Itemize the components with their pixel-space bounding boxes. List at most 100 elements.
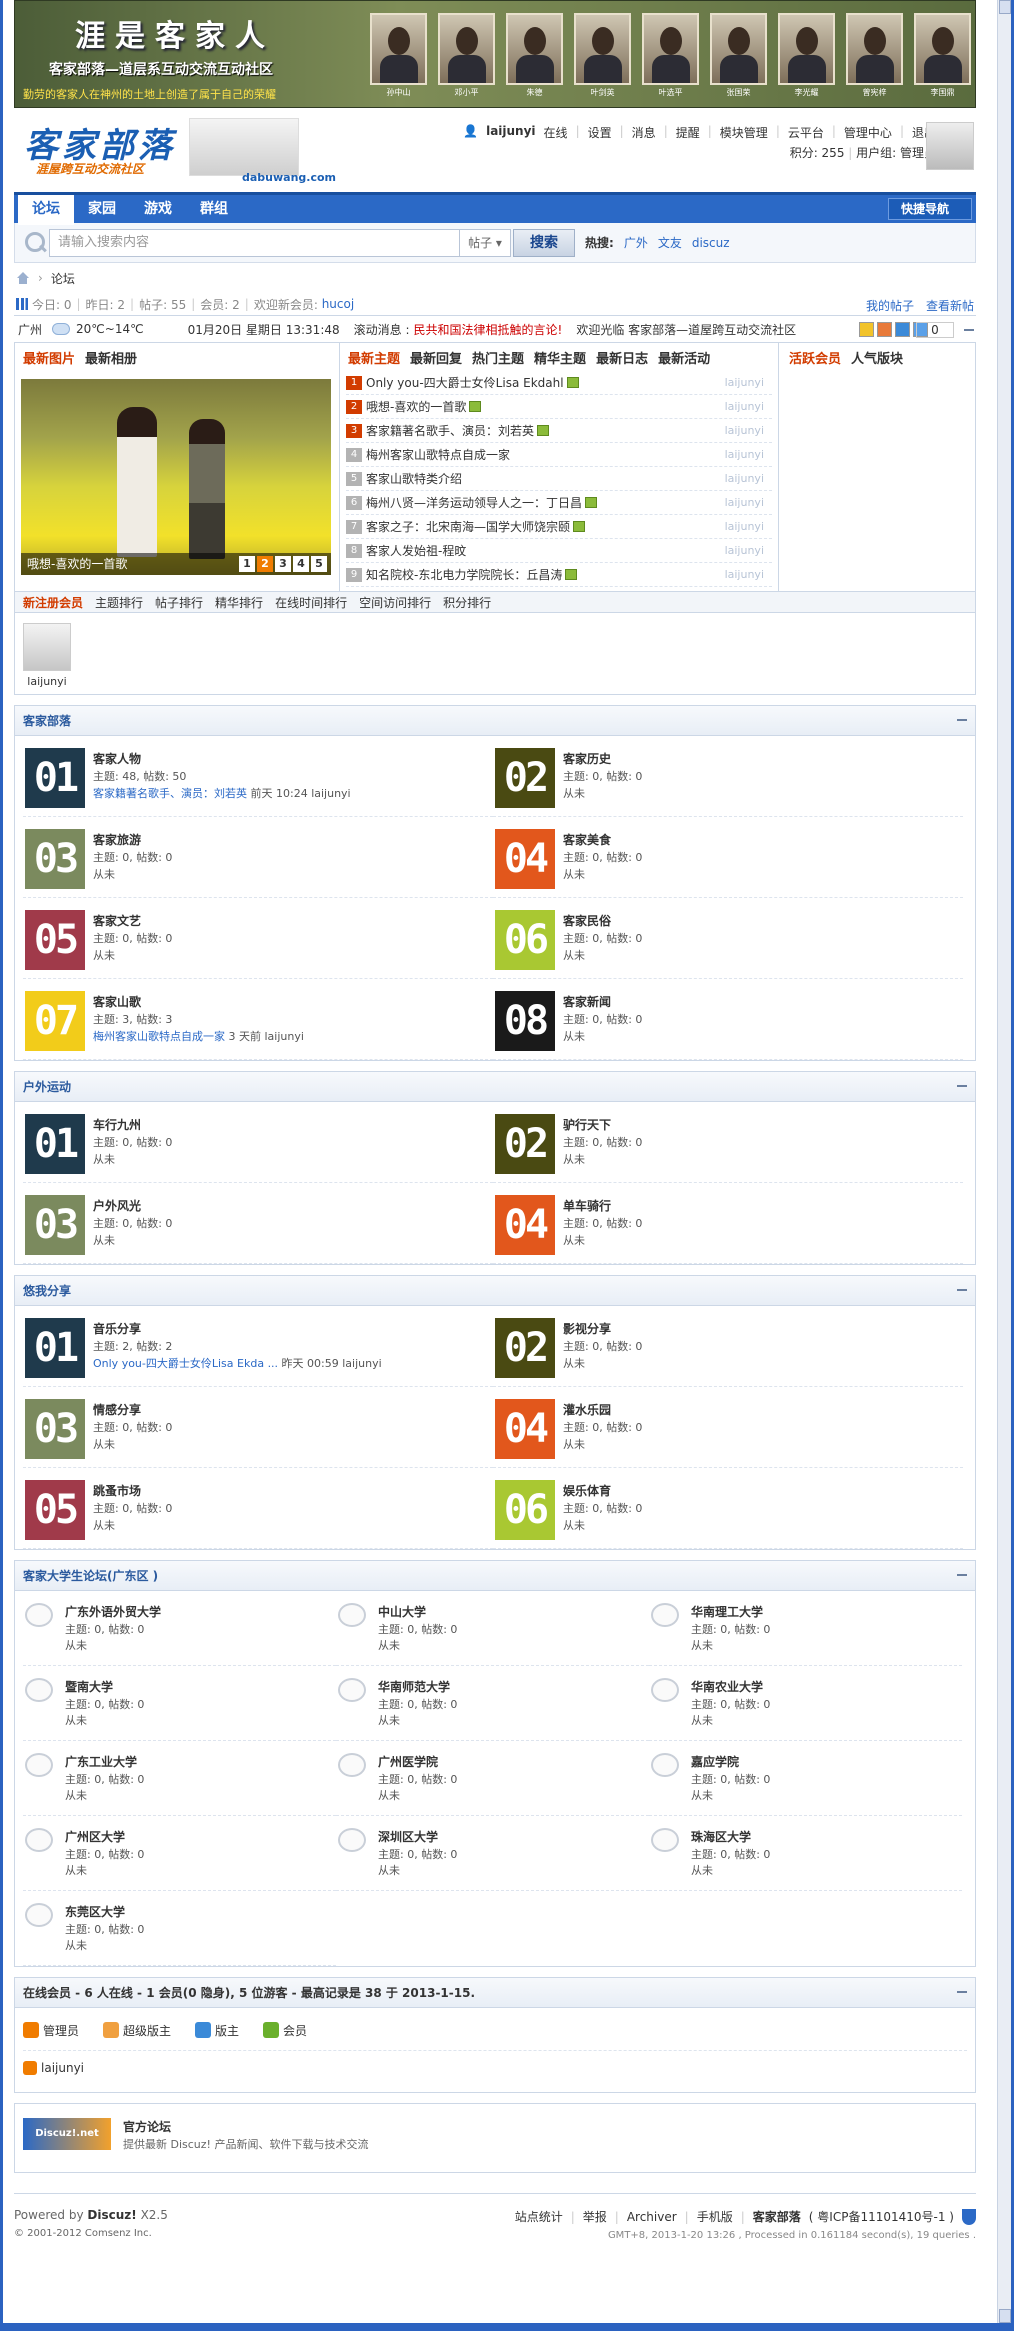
portrait[interactable]: 叶剑英	[574, 13, 631, 98]
forum-number-icon[interactable]: 02	[495, 1114, 555, 1174]
forum-name-link[interactable]: 灌水乐园	[563, 1401, 611, 1418]
topic-title-link[interactable]: 客家籍著名歌手、演员：刘若英	[366, 422, 534, 439]
new-posts-link[interactable]: 查看新帖	[926, 297, 974, 314]
featured-photo[interactable]: 哦想-喜欢的一首歌 12345	[21, 379, 331, 575]
search-input[interactable]: 请输入搜索内容	[49, 228, 459, 257]
topic-row[interactable]: 6 梅州八贤—洋务运动领导人之一：丁日昌 laijunyi	[346, 491, 772, 515]
last-post-link[interactable]: Only you-四大爵士女伶Lisa Ekda ...	[93, 1357, 278, 1370]
forum-number-icon[interactable]: 01	[25, 1318, 85, 1378]
hot-word-link[interactable]: 广外	[624, 234, 648, 251]
footer-link[interactable]: 手机版	[697, 2208, 733, 2225]
forum-number-icon[interactable]: 06	[495, 910, 555, 970]
scroll-up-button[interactable]	[999, 0, 1011, 14]
forum-number-icon[interactable]: 04	[495, 1195, 555, 1255]
user-menu-item[interactable]: 设置	[588, 124, 612, 141]
topic-tab[interactable]: 最新活动	[658, 348, 710, 367]
user-name-link[interactable]: laijunyi	[486, 124, 535, 141]
shield-icon[interactable]	[962, 2208, 976, 2225]
forum-name-link[interactable]: 东莞区大学	[65, 1903, 125, 1920]
rank-tab[interactable]: 主题排行	[95, 594, 143, 611]
topic-row[interactable]: 2 哦想-喜欢的一首歌 laijunyi	[346, 395, 772, 419]
footer-site-name[interactable]: 客家部落	[753, 2208, 801, 2225]
user-menu-item[interactable]: 云平台	[788, 124, 824, 141]
topic-author[interactable]: laijunyi	[725, 568, 764, 581]
member-avatar[interactable]	[23, 623, 71, 671]
share-icon[interactable]	[895, 322, 910, 337]
pager-item[interactable]: 5	[311, 556, 327, 572]
forum-bubble-icon[interactable]	[651, 1753, 679, 1777]
rank-tab[interactable]: 积分排行	[443, 594, 491, 611]
topic-author[interactable]: laijunyi	[725, 400, 764, 413]
topic-author[interactable]: laijunyi	[725, 496, 764, 509]
nav-item[interactable]: 论坛	[18, 195, 74, 225]
footer-icp[interactable]: ( 粤ICP备11101410号-1 )	[809, 2208, 954, 2225]
last-post-link[interactable]: 客家籍著名歌手、演员：刘若英	[93, 787, 247, 800]
topic-title-link[interactable]: 梅州八贤—洋务运动领导人之一：丁日昌	[366, 494, 582, 511]
forum-name-link[interactable]: 暨南大学	[65, 1678, 113, 1695]
portrait[interactable]: 孙中山	[370, 13, 427, 98]
forum-name-link[interactable]: 深圳区大学	[378, 1828, 438, 1845]
collapse-icon[interactable]	[957, 719, 967, 721]
forum-name-link[interactable]: 广州区大学	[65, 1828, 125, 1845]
forum-number-icon[interactable]: 02	[495, 748, 555, 808]
forum-name-link[interactable]: 客家历史	[563, 750, 611, 767]
topic-title-link[interactable]: 哦想-喜欢的一首歌	[366, 398, 466, 415]
topic-row[interactable]: 3 客家籍著名歌手、演员：刘若英 laijunyi	[346, 419, 772, 443]
topic-title-link[interactable]: Only you-四大爵士女伶Lisa Ekdahl	[366, 374, 564, 391]
board-title[interactable]: 户外运动	[15, 1072, 975, 1102]
user-menu-item[interactable]: 提醒	[676, 124, 700, 141]
topic-row[interactable]: 8 客家人发始祖-程旼 laijunyi	[346, 539, 772, 563]
tab-active-members[interactable]: 活跃会员	[789, 348, 841, 367]
footer-link[interactable]: 举报	[583, 2208, 607, 2225]
portrait[interactable]: 曾宪梓	[846, 13, 903, 98]
forum-bubble-icon[interactable]	[651, 1678, 679, 1702]
topic-author[interactable]: laijunyi	[725, 520, 764, 533]
forum-number-icon[interactable]: 03	[25, 1195, 85, 1255]
rss-icon[interactable]	[877, 322, 892, 337]
rank-tab[interactable]: 帖子排行	[155, 594, 203, 611]
forum-name-link[interactable]: 客家旅游	[93, 831, 141, 848]
online-user[interactable]: laijunyi	[23, 2050, 967, 2084]
forum-bubble-icon[interactable]	[338, 1603, 366, 1627]
forum-number-icon[interactable]: 04	[495, 1399, 555, 1459]
home-icon[interactable]	[16, 272, 30, 284]
forum-name-link[interactable]: 客家文艺	[93, 912, 141, 929]
forum-bubble-icon[interactable]	[651, 1828, 679, 1852]
forum-name-link[interactable]: 华南理工大学	[691, 1603, 763, 1620]
discuz-brand-link[interactable]: Discuz!	[87, 2208, 136, 2222]
rank-tab[interactable]: 在线时间排行	[275, 594, 347, 611]
portrait[interactable]: 邓小平	[438, 13, 495, 98]
forum-number-icon[interactable]: 01	[25, 1114, 85, 1174]
forum-bubble-icon[interactable]	[25, 1828, 53, 1852]
discuz-logo[interactable]: Discuz!.net	[23, 2118, 111, 2150]
pager-item[interactable]: 1	[239, 556, 255, 572]
topic-tab[interactable]: 热门主题	[472, 348, 524, 367]
rank-tab[interactable]: 新注册会员	[23, 594, 83, 611]
topic-row[interactable]: 9 知名院校-东北电力学院院长：丘昌涛 laijunyi	[346, 563, 772, 587]
forum-name-link[interactable]: 华南师范大学	[378, 1678, 450, 1695]
forum-name-link[interactable]: 广州医学院	[378, 1753, 438, 1770]
star-icon[interactable]	[859, 322, 874, 337]
forum-bubble-icon[interactable]	[338, 1678, 366, 1702]
collapse-icon[interactable]	[957, 1574, 967, 1576]
forum-number-icon[interactable]: 02	[495, 1318, 555, 1378]
forum-bubble-icon[interactable]	[25, 1678, 53, 1702]
user-menu-item[interactable]: 管理中心	[844, 124, 892, 141]
forum-name-link[interactable]: 客家山歌	[93, 993, 141, 1010]
topic-tab[interactable]: 最新主题	[348, 348, 400, 367]
portrait[interactable]: 李国鼎	[914, 13, 971, 98]
forum-number-icon[interactable]: 04	[495, 829, 555, 889]
topic-title-link[interactable]: 客家之子：北宋南海—国学大师饶宗颐	[366, 518, 570, 535]
forum-name-link[interactable]: 客家美食	[563, 831, 611, 848]
pager-item[interactable]: 2	[257, 556, 273, 572]
topic-tab[interactable]: 精华主题	[534, 348, 586, 367]
forum-name-link[interactable]: 客家人物	[93, 750, 141, 767]
online-title[interactable]: 在线会员 - 6 人在线 - 1 会员(0 隐身), 5 位游客 - 最高记录是…	[15, 1978, 975, 2008]
rank-tab[interactable]: 精华排行	[215, 594, 263, 611]
nav-item[interactable]: 游戏	[130, 195, 186, 223]
hot-word-link[interactable]: discuz	[692, 236, 730, 250]
topic-author[interactable]: laijunyi	[725, 376, 764, 389]
forum-name-link[interactable]: 情感分享	[93, 1401, 141, 1418]
portrait[interactable]: 张国荣	[710, 13, 767, 98]
forum-number-icon[interactable]: 05	[25, 910, 85, 970]
